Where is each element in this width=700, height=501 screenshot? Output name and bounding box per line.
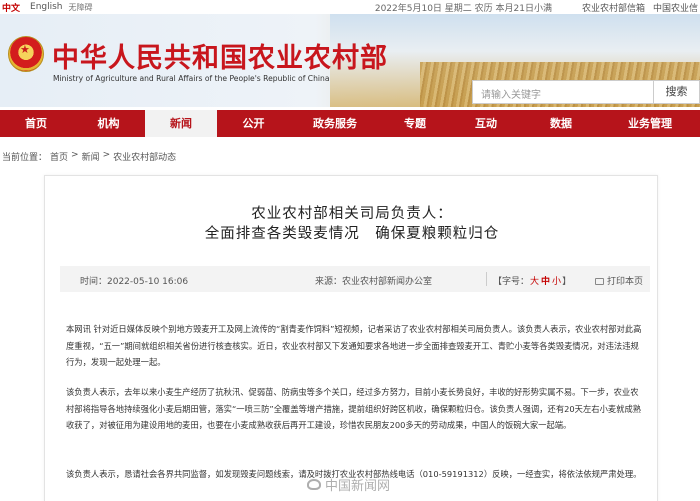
meta-divider	[486, 272, 487, 286]
nav-item-news[interactable]: 新闻	[145, 110, 217, 137]
article-panel: 农业农村部相关司局负责人： 全面排查各类毁麦情况 确保夏粮颗粒归仓 时间：202…	[44, 175, 658, 501]
article-source: 来源：农业农村部新闻办公室	[315, 277, 433, 287]
article-headline: 全面排查各类毁麦情况 确保夏粮颗粒归仓	[204, 226, 500, 242]
breadcrumb-prefix: 当前位置：	[2, 153, 48, 163]
breadcrumb-home[interactable]: 首页	[50, 150, 68, 163]
font-size-control: 【字号：大中小】	[493, 274, 571, 287]
font-size-small-button[interactable]: 小	[552, 277, 561, 287]
watermark-text: 中国新闻网	[325, 479, 391, 494]
search-button[interactable]: 搜索	[654, 80, 700, 104]
breadcrumb-separator: >	[71, 150, 79, 160]
site-banner: ★ 中华人民共和国农业农村部 Ministry of Agriculture a…	[0, 14, 700, 107]
breadcrumb: 当前位置： 首页 > 新闻 > 农业农村部动态	[2, 150, 176, 163]
breadcrumb-news[interactable]: 新闻	[82, 150, 100, 163]
accessibility-link[interactable]: 无障碍	[69, 2, 93, 13]
nav-item-topics[interactable]: 专题	[380, 110, 450, 137]
nav-item-interaction[interactable]: 互动	[450, 110, 522, 137]
weibo-icon	[307, 479, 321, 490]
site-subtitle: Ministry of Agriculture and Rural Affair…	[53, 74, 330, 83]
article-paragraph-1: 本网讯 针对近日媒体反映个别地方毁麦开工及网上流传的“割青麦作饲料”短视频，记者…	[66, 324, 642, 367]
printer-icon	[595, 278, 604, 285]
print-button[interactable]: 打印本页	[595, 274, 643, 287]
lang-chinese-link[interactable]: 中文	[2, 1, 20, 14]
watermark: 中国新闻网	[307, 475, 390, 494]
font-size-label: 【字号：	[493, 277, 530, 287]
nav-item-public[interactable]: 公开	[217, 110, 290, 137]
search-input[interactable]: 请输入关键字	[472, 80, 654, 104]
font-size-close: 】	[562, 277, 572, 287]
top-links: 农业农村部信箱 中国农业信	[582, 1, 698, 14]
print-label: 打印本页	[607, 277, 644, 287]
breadcrumb-ministry-news[interactable]: 农业农村部动态	[113, 150, 176, 163]
nav-item-home[interactable]: 首页	[0, 110, 72, 137]
date-display: 2022年5月10日 星期二 农历 本月21日小满	[374, 3, 552, 14]
font-size-large-button[interactable]: 大	[530, 277, 539, 287]
lang-english-link[interactable]: English	[30, 2, 63, 12]
article-paragraph-2: 该负责人表示，去年以来小麦生产经历了抗秋汛、促弱苗、防病虫等多个关口，经过多方努…	[66, 387, 642, 430]
nav-item-gov-services[interactable]: 政务服务	[290, 110, 380, 137]
publish-time: 时间：2022-05-10 16:06	[80, 277, 189, 287]
mailbox-link[interactable]: 农业农村部信箱	[582, 1, 645, 14]
article-meta-bar: 时间：2022-05-10 16:06 来源：农业农村部新闻办公室 【字号：大中…	[60, 266, 650, 292]
nav-item-data[interactable]: 数据	[522, 110, 600, 137]
article-kicker: 农业农村部相关司局负责人：	[251, 206, 453, 222]
breadcrumb-separator: >	[102, 150, 111, 160]
site-title[interactable]: 中华人民共和国农业农村部	[52, 36, 388, 75]
emblem-star-icon: ★	[20, 43, 30, 56]
font-size-medium-button[interactable]: 中	[541, 277, 550, 287]
top-bar: 中文 English 无障碍 2022年5月10日 星期二 农历 本月21日小满…	[0, 0, 700, 14]
nav-item-organization[interactable]: 机构	[72, 110, 145, 137]
nav-item-business[interactable]: 业务管理	[600, 110, 700, 137]
agri-info-link[interactable]: 中国农业信	[653, 1, 698, 14]
main-nav: 首页 机构 新闻 公开 政务服务 专题 互动 数据 业务管理	[0, 110, 700, 137]
